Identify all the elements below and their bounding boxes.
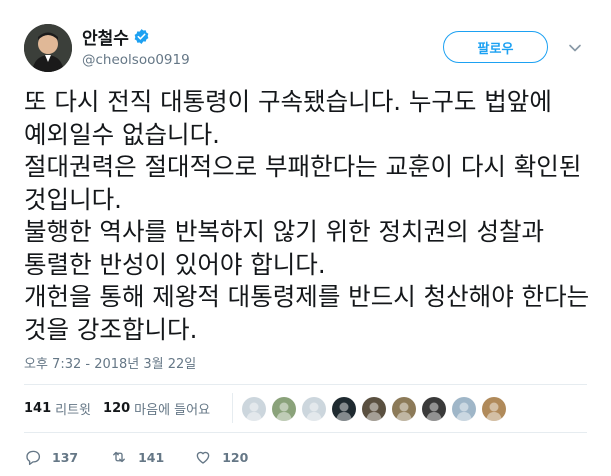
verified-badge-icon <box>133 28 150 45</box>
retweet-icon <box>113 451 126 463</box>
liker-avatars <box>242 397 512 421</box>
like-button[interactable]: 120 <box>194 448 248 466</box>
tweet-timestamp[interactable]: 오후 7:32 - 2018년 3월 22일 <box>24 353 196 372</box>
likes-count[interactable]: 120 <box>103 401 130 416</box>
liker-avatar[interactable] <box>332 397 356 421</box>
author-avatar[interactable] <box>24 24 72 72</box>
tweet-stats: 141 리트윗 120 마음에 들어요 <box>24 399 222 418</box>
tweet-card: 안철수 @cheolsoo0919 팔로우 또 다시 전직 대통령이 구속됐습니… <box>0 0 611 476</box>
author-handle[interactable]: @cheolsoo0919 <box>82 52 190 68</box>
likes-label[interactable]: 마음에 들어요 <box>134 399 210 418</box>
liker-avatar[interactable] <box>422 397 446 421</box>
heart-icon <box>196 451 210 464</box>
retweets-count[interactable]: 141 <box>24 401 51 416</box>
chevron-down-icon[interactable] <box>568 40 582 54</box>
retweets-label[interactable]: 리트윗 <box>55 399 91 418</box>
follow-button[interactable]: 팔로우 <box>443 31 548 63</box>
author-display-name[interactable]: 안철수 <box>82 24 129 49</box>
liker-avatar[interactable] <box>452 397 476 421</box>
retweet-action-count: 141 <box>138 449 165 465</box>
like-count: 120 <box>222 449 249 465</box>
reply-count: 137 <box>52 449 79 465</box>
tweet-text: 또 다시 전직 대통령이 구속됐습니다. 누구도 법앞에 예외일수 없습니다. … <box>24 87 590 344</box>
liker-avatar[interactable] <box>362 397 386 421</box>
reply-button[interactable]: 137 <box>24 448 78 466</box>
divider <box>24 432 587 433</box>
reply-icon <box>26 450 41 466</box>
liker-avatar[interactable] <box>392 397 416 421</box>
divider <box>24 384 587 385</box>
liker-avatar[interactable] <box>482 397 506 421</box>
liker-avatar[interactable] <box>242 397 266 421</box>
retweet-button[interactable]: 141 <box>110 448 164 466</box>
liker-avatar[interactable] <box>302 397 326 421</box>
divider <box>232 393 233 423</box>
author-name-row: 안철수 <box>82 24 150 49</box>
tweet-actions: 137 141 120 <box>24 448 278 466</box>
liker-avatar[interactable] <box>272 397 296 421</box>
